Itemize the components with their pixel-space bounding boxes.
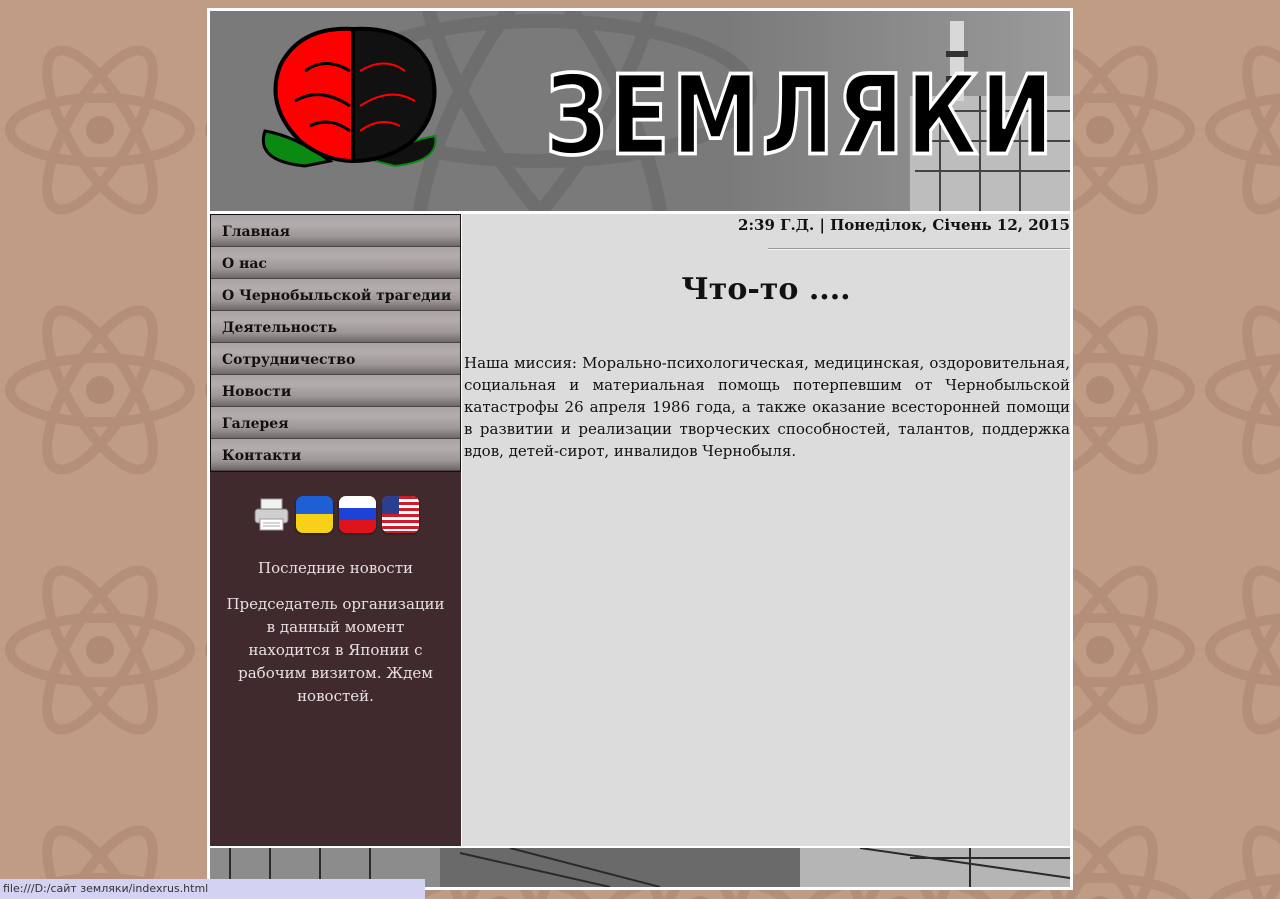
menu-item-news[interactable]: Новости (211, 375, 460, 407)
rose-logo-image (262, 26, 437, 168)
menu-item-gallery[interactable]: Галерея (211, 407, 460, 439)
page-title: Что-то .... (681, 272, 851, 307)
site-header-banner: ЗЕМЛЯКИ (210, 11, 1070, 211)
date-time-display: 2:39 Г.Д. | Понеділок, Січень 12, 2015 (738, 216, 1070, 234)
language-icons-row (210, 496, 461, 533)
usa-flag-icon[interactable] (381, 496, 419, 533)
menu-item-contacts[interactable]: Контакти (211, 439, 460, 471)
sidebar-tools: Последние новости Председатель организац… (210, 496, 461, 708)
sidebar: Главная О нас О Чернобыльской трагедии Д… (210, 214, 461, 846)
latest-news-text: Председатель организации в данный момент… (226, 595, 445, 705)
russia-flag-icon[interactable] (338, 496, 376, 533)
printer-icon[interactable] (253, 496, 290, 533)
divider (768, 248, 1070, 250)
browser-status-bar: file:///D:/сайт земляки/indexrus.html (0, 879, 425, 899)
main-menu: Главная О нас О Чернобыльской трагедии Д… (210, 214, 461, 472)
ukraine-flag-icon[interactable] (295, 496, 333, 533)
latest-news-title: Последние новости (258, 559, 413, 577)
menu-item-cooperation[interactable]: Сотрудничество (211, 343, 460, 375)
menu-item-home[interactable]: Главная (211, 215, 460, 247)
menu-item-chernobyl-tragedy[interactable]: О Чернобыльской трагедии (211, 279, 460, 311)
page-frame: ЗЕМЛЯКИ Главная О нас О Чернобыльской тр… (207, 8, 1073, 890)
main-content: 2:39 Г.Д. | Понеділок, Січень 12, 2015 Ч… (462, 214, 1070, 846)
menu-item-activity[interactable]: Деятельность (211, 311, 460, 343)
menu-item-about[interactable]: О нас (211, 247, 460, 279)
mission-text: Наша миссия: Морально-психологическая, м… (464, 354, 1070, 460)
site-logo-title: ЗЕМЛЯКИ (544, 49, 1056, 182)
